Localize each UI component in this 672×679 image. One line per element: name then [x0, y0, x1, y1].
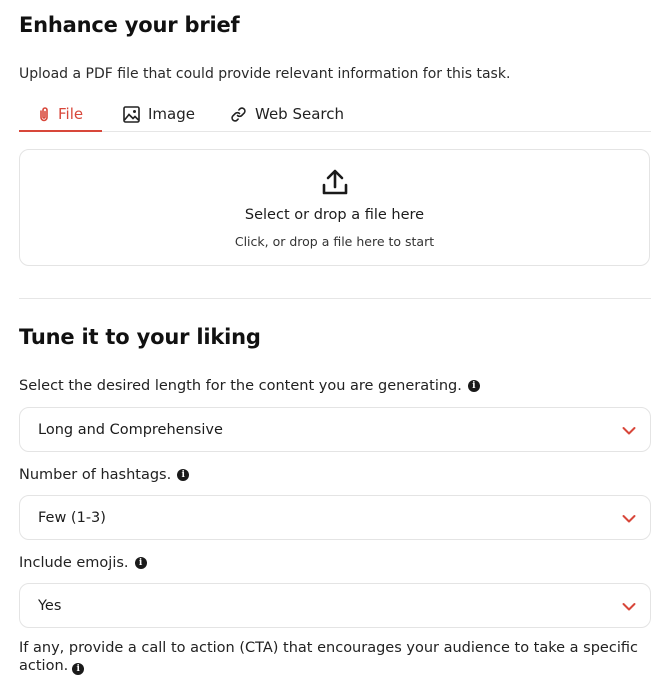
info-icon[interactable]: i — [72, 663, 85, 675]
tune-heading: Tune it to your liking — [19, 325, 261, 349]
cta-label-text: If any, provide a call to action (CTA) t… — [19, 640, 638, 674]
paperclip-icon — [38, 106, 50, 122]
length-select-value: Long and Comprehensive — [38, 421, 223, 438]
chevron-down-icon — [622, 600, 636, 616]
chevron-down-icon — [622, 512, 636, 528]
emojis-select[interactable]: Yes — [19, 583, 651, 628]
hashtags-select[interactable]: Few (1-3) — [19, 495, 651, 540]
tab-file-label: File — [58, 105, 84, 123]
hashtags-select-value: Few (1-3) — [38, 509, 106, 526]
info-icon[interactable]: i — [467, 380, 480, 392]
enhance-brief-description: Upload a PDF file that could provide rel… — [19, 66, 511, 82]
dropzone-subtitle: Click, or drop a file here to start — [234, 234, 435, 249]
hashtags-label-text: Number of hashtags. — [19, 467, 172, 483]
chevron-down-icon — [622, 424, 636, 440]
enhance-brief-heading: Enhance your brief — [19, 13, 240, 37]
tab-image[interactable]: Image — [123, 98, 195, 130]
emojis-label: Include emojis. i — [19, 555, 147, 571]
upload-icon — [321, 167, 349, 201]
tab-image-label: Image — [148, 105, 195, 123]
image-icon — [123, 105, 140, 123]
tab-file[interactable]: File — [19, 98, 102, 132]
link-icon — [230, 106, 247, 123]
length-label-text: Select the desired length for the conten… — [19, 378, 462, 394]
source-tabs: File Image Web Search — [19, 98, 651, 132]
dropzone-title: Select or drop a file here — [244, 207, 425, 223]
cta-label: If any, provide a call to action (CTA) t… — [19, 639, 639, 675]
info-icon[interactable]: i — [177, 469, 190, 481]
emojis-select-value: Yes — [38, 597, 62, 614]
tab-web-search[interactable]: Web Search — [230, 98, 344, 130]
file-dropzone[interactable]: Select or drop a file here Click, or dro… — [19, 149, 650, 266]
hashtags-label: Number of hashtags. i — [19, 467, 190, 483]
length-select[interactable]: Long and Comprehensive — [19, 407, 651, 452]
info-icon[interactable]: i — [134, 557, 147, 569]
emojis-label-text: Include emojis. — [19, 555, 129, 571]
section-divider — [19, 298, 651, 299]
length-label: Select the desired length for the conten… — [19, 378, 480, 394]
tab-web-search-label: Web Search — [255, 105, 345, 123]
